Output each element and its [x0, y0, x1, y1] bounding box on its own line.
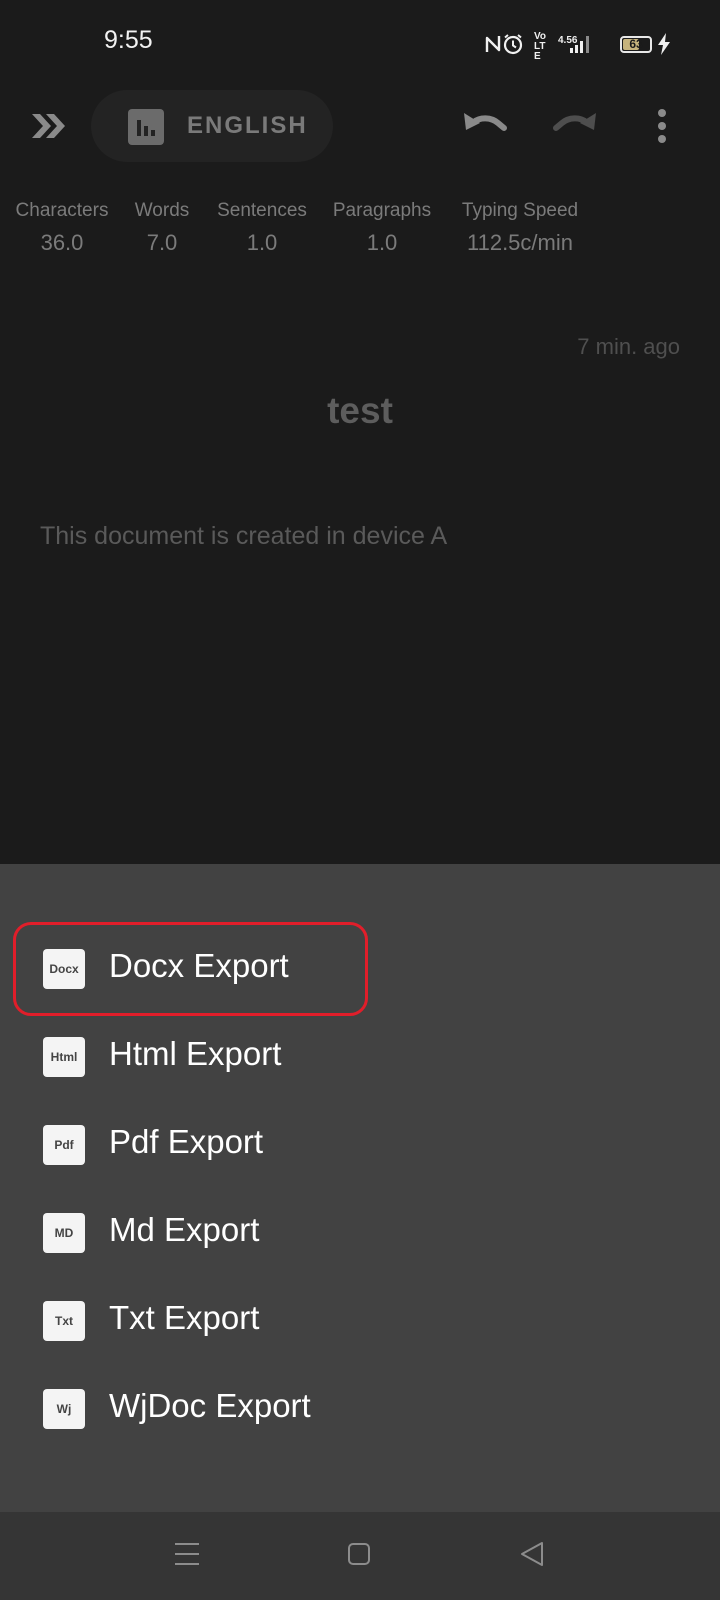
stat-label: Characters: [15, 200, 109, 221]
expand-icon[interactable]: [30, 110, 68, 142]
menu-item-label: Html Export: [109, 1035, 282, 1072]
battery-level: 63: [629, 37, 643, 51]
menu-item-label: Md Export: [109, 1211, 260, 1248]
document-timestamp: 7 min. ago: [577, 334, 680, 359]
document-body[interactable]: This document is created in device A: [40, 522, 447, 551]
md-export-item[interactable]: MD Md Export: [0, 1189, 720, 1277]
document-title[interactable]: test: [0, 390, 720, 432]
html-export-item[interactable]: Html Html Export: [0, 1013, 720, 1101]
stat-sentences: Sentences 1.0: [212, 200, 312, 256]
pdf-export-item[interactable]: Pdf Pdf Export: [0, 1101, 720, 1189]
stat-words: Words 7.0: [130, 200, 194, 256]
wjdoc-export-item[interactable]: Wj WjDoc Export: [0, 1365, 720, 1453]
language-label: ENGLISH: [187, 112, 308, 139]
stats-icon: [128, 109, 164, 145]
home-icon[interactable]: [347, 1542, 371, 1566]
menu-item-label: WjDoc Export: [109, 1387, 311, 1424]
stat-label: Typing Speed: [461, 200, 579, 221]
menu-item-label: Pdf Export: [109, 1123, 264, 1160]
stat-label: Sentences: [217, 200, 307, 221]
stat-label: Paragraphs: [332, 200, 432, 221]
stat-value: 36.0: [40, 230, 84, 255]
more-icon[interactable]: [656, 108, 668, 144]
menu-item-label: Txt Export: [109, 1299, 260, 1336]
selection-highlight: [13, 922, 368, 1016]
charging-icon: [658, 33, 670, 55]
battery-icon: 63: [620, 36, 652, 53]
signal-icon: 4.56: [558, 35, 589, 53]
stat-paragraphs: Paragraphs 1.0: [330, 200, 434, 256]
stat-typing-speed: Typing Speed 112.5c/min: [456, 200, 584, 256]
txt-file-icon: Txt: [43, 1301, 85, 1341]
pdf-file-icon: Pdf: [43, 1125, 85, 1165]
stat-value: 1.0: [246, 230, 278, 255]
stat-value: 112.5c/min: [467, 230, 573, 255]
stat-label: Words: [134, 200, 190, 221]
html-file-icon: Html: [43, 1037, 85, 1077]
menu-icon[interactable]: [174, 1541, 200, 1567]
stat-characters: Characters 36.0: [12, 200, 112, 256]
nfc-icon: [485, 36, 501, 52]
back-icon[interactable]: [519, 1541, 545, 1567]
stat-value: 1.0: [366, 230, 398, 255]
undo-icon[interactable]: [462, 108, 508, 142]
network-speed-label: 4.56: [558, 35, 578, 46]
document-editor[interactable]: [0, 288, 720, 864]
txt-export-item[interactable]: Txt Txt Export: [0, 1277, 720, 1365]
wjdoc-file-icon: Wj: [43, 1389, 85, 1429]
volte-icon: Vo LTE: [534, 31, 547, 62]
md-file-icon: MD: [43, 1213, 85, 1253]
status-time: 9:55: [104, 26, 153, 54]
stat-value: 7.0: [146, 230, 178, 255]
redo-icon[interactable]: [552, 108, 598, 142]
alarm-icon: [503, 34, 523, 55]
